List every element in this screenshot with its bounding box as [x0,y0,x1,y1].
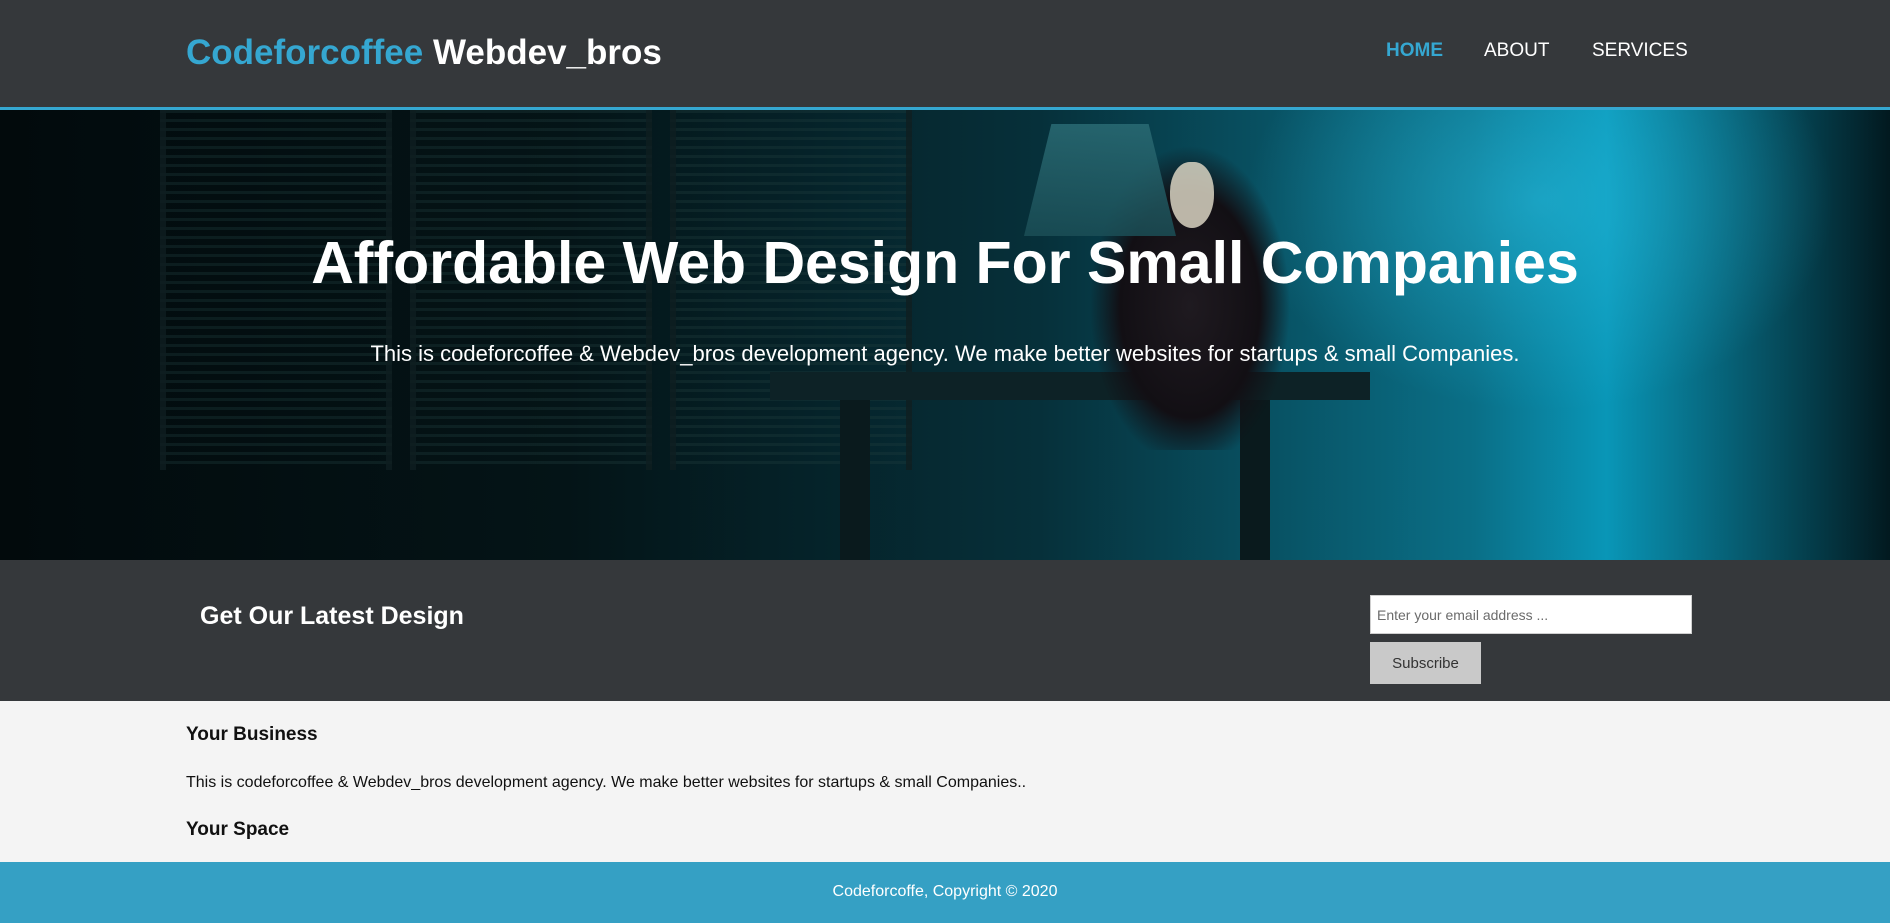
copyright-text: Codeforcoffe, Copyright © 2020 [832,883,1058,900]
hero-bg-mask [1170,162,1214,228]
newsletter-title: Get Our Latest Design [200,602,464,630]
newsletter-section: Get Our Latest Design Subscribe [0,560,1890,701]
email-input[interactable] [1370,595,1692,634]
section-heading-business: Your Business [186,724,318,745]
hero-title: Affordable Web Design For Small Companie… [311,230,1579,296]
brand-name: Webdev_bros [432,33,662,72]
subscribe-button[interactable]: Subscribe [1370,642,1481,684]
hero-subtitle: This is codeforcoffee & Webdev_bros deve… [370,341,1520,366]
section-heading-space: Your Space [186,819,290,840]
hero-banner: Affordable Web Design For Small Companie… [0,110,1890,560]
site-header: Codeforcoffee Webdev_bros HOME ABOUT SER… [0,0,1890,110]
nav-link-about[interactable]: ABOUT [1484,39,1549,63]
section-text-business: This is codeforcoffee & Webdev_bros deve… [186,774,1027,791]
nav-link-home[interactable]: HOME [1386,39,1443,63]
brand-highlight: Codeforcoffee [186,33,424,72]
site-footer: Codeforcoffe, Copyright © 2020 [0,862,1890,923]
nav-link-services[interactable]: SERVICES [1592,39,1688,63]
brand-logo[interactable]: Codeforcoffee Webdev_bros [186,31,662,75]
main-content: Your Business This is codeforcoffee & We… [0,701,1890,862]
